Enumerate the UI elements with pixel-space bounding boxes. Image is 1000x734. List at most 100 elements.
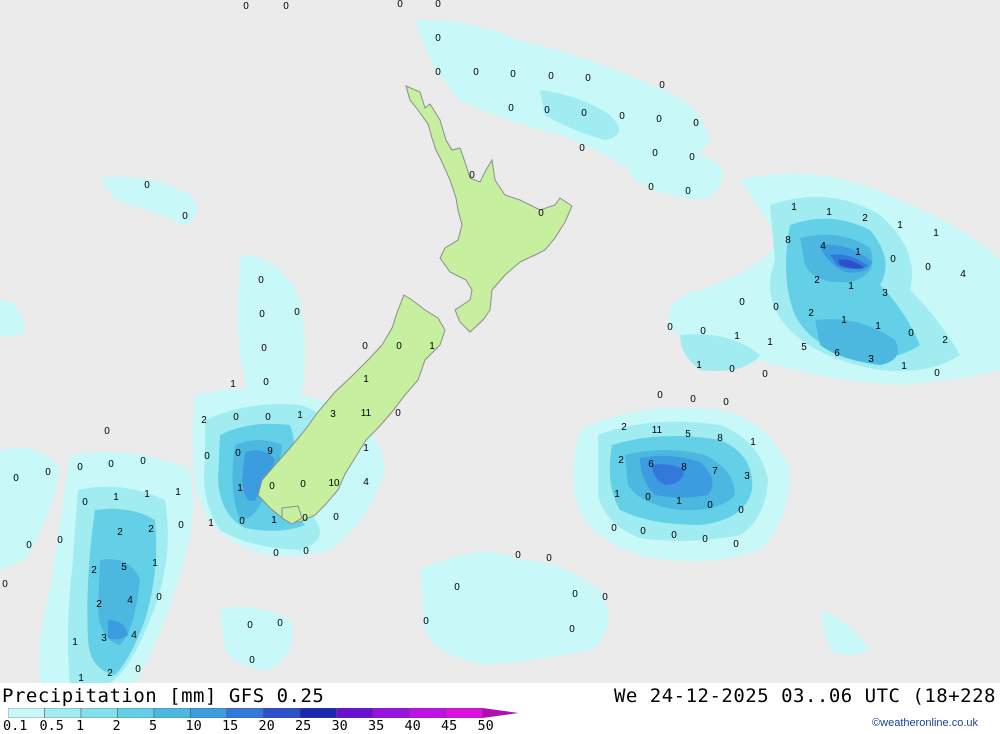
precip-value-label: 0 [239,516,245,527]
precip-value-label: 1 [144,489,150,500]
precip-value-label: 0 [508,103,514,114]
precip-value-label: 0 [546,553,552,564]
color-scale-tick-label: 40 [404,718,421,734]
precip-value-label: 1 [897,220,903,231]
precip-value-label: 0 [548,71,554,82]
precip-value-label: 0 [247,620,253,631]
precip-value-label: 0 [435,33,441,44]
precip-value-label: 0 [104,426,110,437]
precip-value-label: 4 [131,630,137,641]
precip-value-label: 0 [908,328,914,339]
precip-value-label: 1 [152,558,158,569]
precip-value-label: 0 [693,118,699,129]
precip-value-label: 0 [469,170,475,181]
precip-value-label: 1 [72,637,78,648]
color-scale-tick-label: 25 [295,718,312,734]
precip-value-label: 0 [13,473,19,484]
precip-value-label: 0 [396,341,402,352]
color-scale-segment [263,708,301,718]
precip-value-label: 0 [333,512,339,523]
precip-value-label: 0 [510,69,516,80]
precip-value-label: 0 [259,309,265,320]
precip-value-label: 1 [208,518,214,529]
color-scale-tick-label: 0.5 [39,718,64,734]
map-footer: Precipitation [mm] GFS 0.25 We 24-12-202… [0,683,1000,734]
precip-value-label: 11 [361,408,372,419]
precip-value-label: 1 [901,361,907,372]
precip-value-label: 1 [614,489,620,500]
valid-time: We 24-12-2025 03..06 UTC (18+228 [613,685,996,707]
color-scale-tick-label: 45 [441,718,458,734]
precip-value-label: 0 [57,535,63,546]
precip-value-label: 0 [283,1,289,12]
precip-value-label: 2 [107,668,113,679]
precip-value-label: 0 [302,513,308,524]
precipitation-map: 0 0 0 0 0 0 0 0 0 0 0 0 0 0 0 0 0 0 0 0 … [0,0,1000,684]
precip-value-label: 5 [685,429,691,440]
precip-value-label: 0 [579,143,585,154]
precip-value-label: 0 [925,262,931,273]
precip-value-label: 0 [707,500,713,511]
precip-value-label: 1 [848,281,854,292]
color-scale-tick-label: 50 [477,718,494,734]
precip-value-label: 1 [271,515,277,526]
precip-value-label: 0 [294,307,300,318]
precip-value-label: 7 [712,466,718,477]
precip-value-label: 1 [230,379,236,390]
color-scale-tick-label: 35 [368,718,385,734]
precip-value-label: 0 [397,0,403,10]
precip-value-label: 0 [204,451,210,462]
precip-value-label: 0 [277,618,283,629]
precip-value-label: 0 [648,182,654,193]
precip-value-label: 0 [2,579,8,590]
color-scale-tick-label: 1 [76,718,85,734]
precip-value-label: 1 [875,321,881,332]
credit-link[interactable]: ©weatheronline.co.uk [872,717,978,729]
color-scale-segment [299,708,337,718]
precip-value-label: 0 [473,67,479,78]
precip-value-label: 0 [515,550,521,561]
precip-value-label: 0 [738,505,744,516]
precip-value-label: 2 [942,335,948,346]
map-title: Precipitation [mm] GFS 0.25 [2,685,325,707]
color-scale-segment [8,708,45,718]
precip-value-label: 0 [140,456,146,467]
precip-value-label: 0 [235,448,241,459]
precip-value-label: 0 [585,73,591,84]
precip-value-label: 4 [363,477,369,488]
precip-value-label: 0 [739,297,745,308]
precip-value-label: 0 [261,343,267,354]
precip-value-label: 0 [362,341,368,352]
precip-value-label: 1 [734,331,740,342]
precip-value-label: 0 [82,497,88,508]
color-scale-segment [153,708,191,718]
precip-value-label: 0 [263,377,269,388]
precip-value-label: 0 [685,186,691,197]
precip-value-label: 1 [767,337,773,348]
precip-value-label: 0 [657,390,663,401]
precip-value-label: 0 [773,302,779,313]
precip-value-label: 11 [652,425,663,436]
precip-value-label: 1 [78,673,84,683]
precip-value-label: 10 [328,478,340,489]
precip-value-label: 0 [269,481,275,492]
precip-value-label: 0 [108,459,114,470]
precip-value-label: 0 [182,211,188,222]
color-scale-tick-label: 5 [149,718,158,734]
precip-value-label: 2 [148,524,154,535]
color-scale-tick-label: 10 [185,718,202,734]
precip-value-label: 1 [826,207,832,218]
precip-value-label: 1 [750,437,756,448]
precip-value-label: 1 [429,341,435,352]
precip-value-label: 0 [572,589,578,600]
precip-value-label: 0 [733,539,739,550]
precip-value-label: 0 [667,322,673,333]
precip-value-label: 0 [156,592,162,603]
precip-value-label: 0 [243,1,249,12]
precip-value-label: 6 [834,348,840,359]
precip-value-label: 1 [791,202,797,213]
color-scale-segment [44,708,82,718]
precip-value-label: 0 [645,492,651,503]
precip-value-label: 1 [175,487,181,498]
color-scale-tick-label: 2 [112,718,121,734]
